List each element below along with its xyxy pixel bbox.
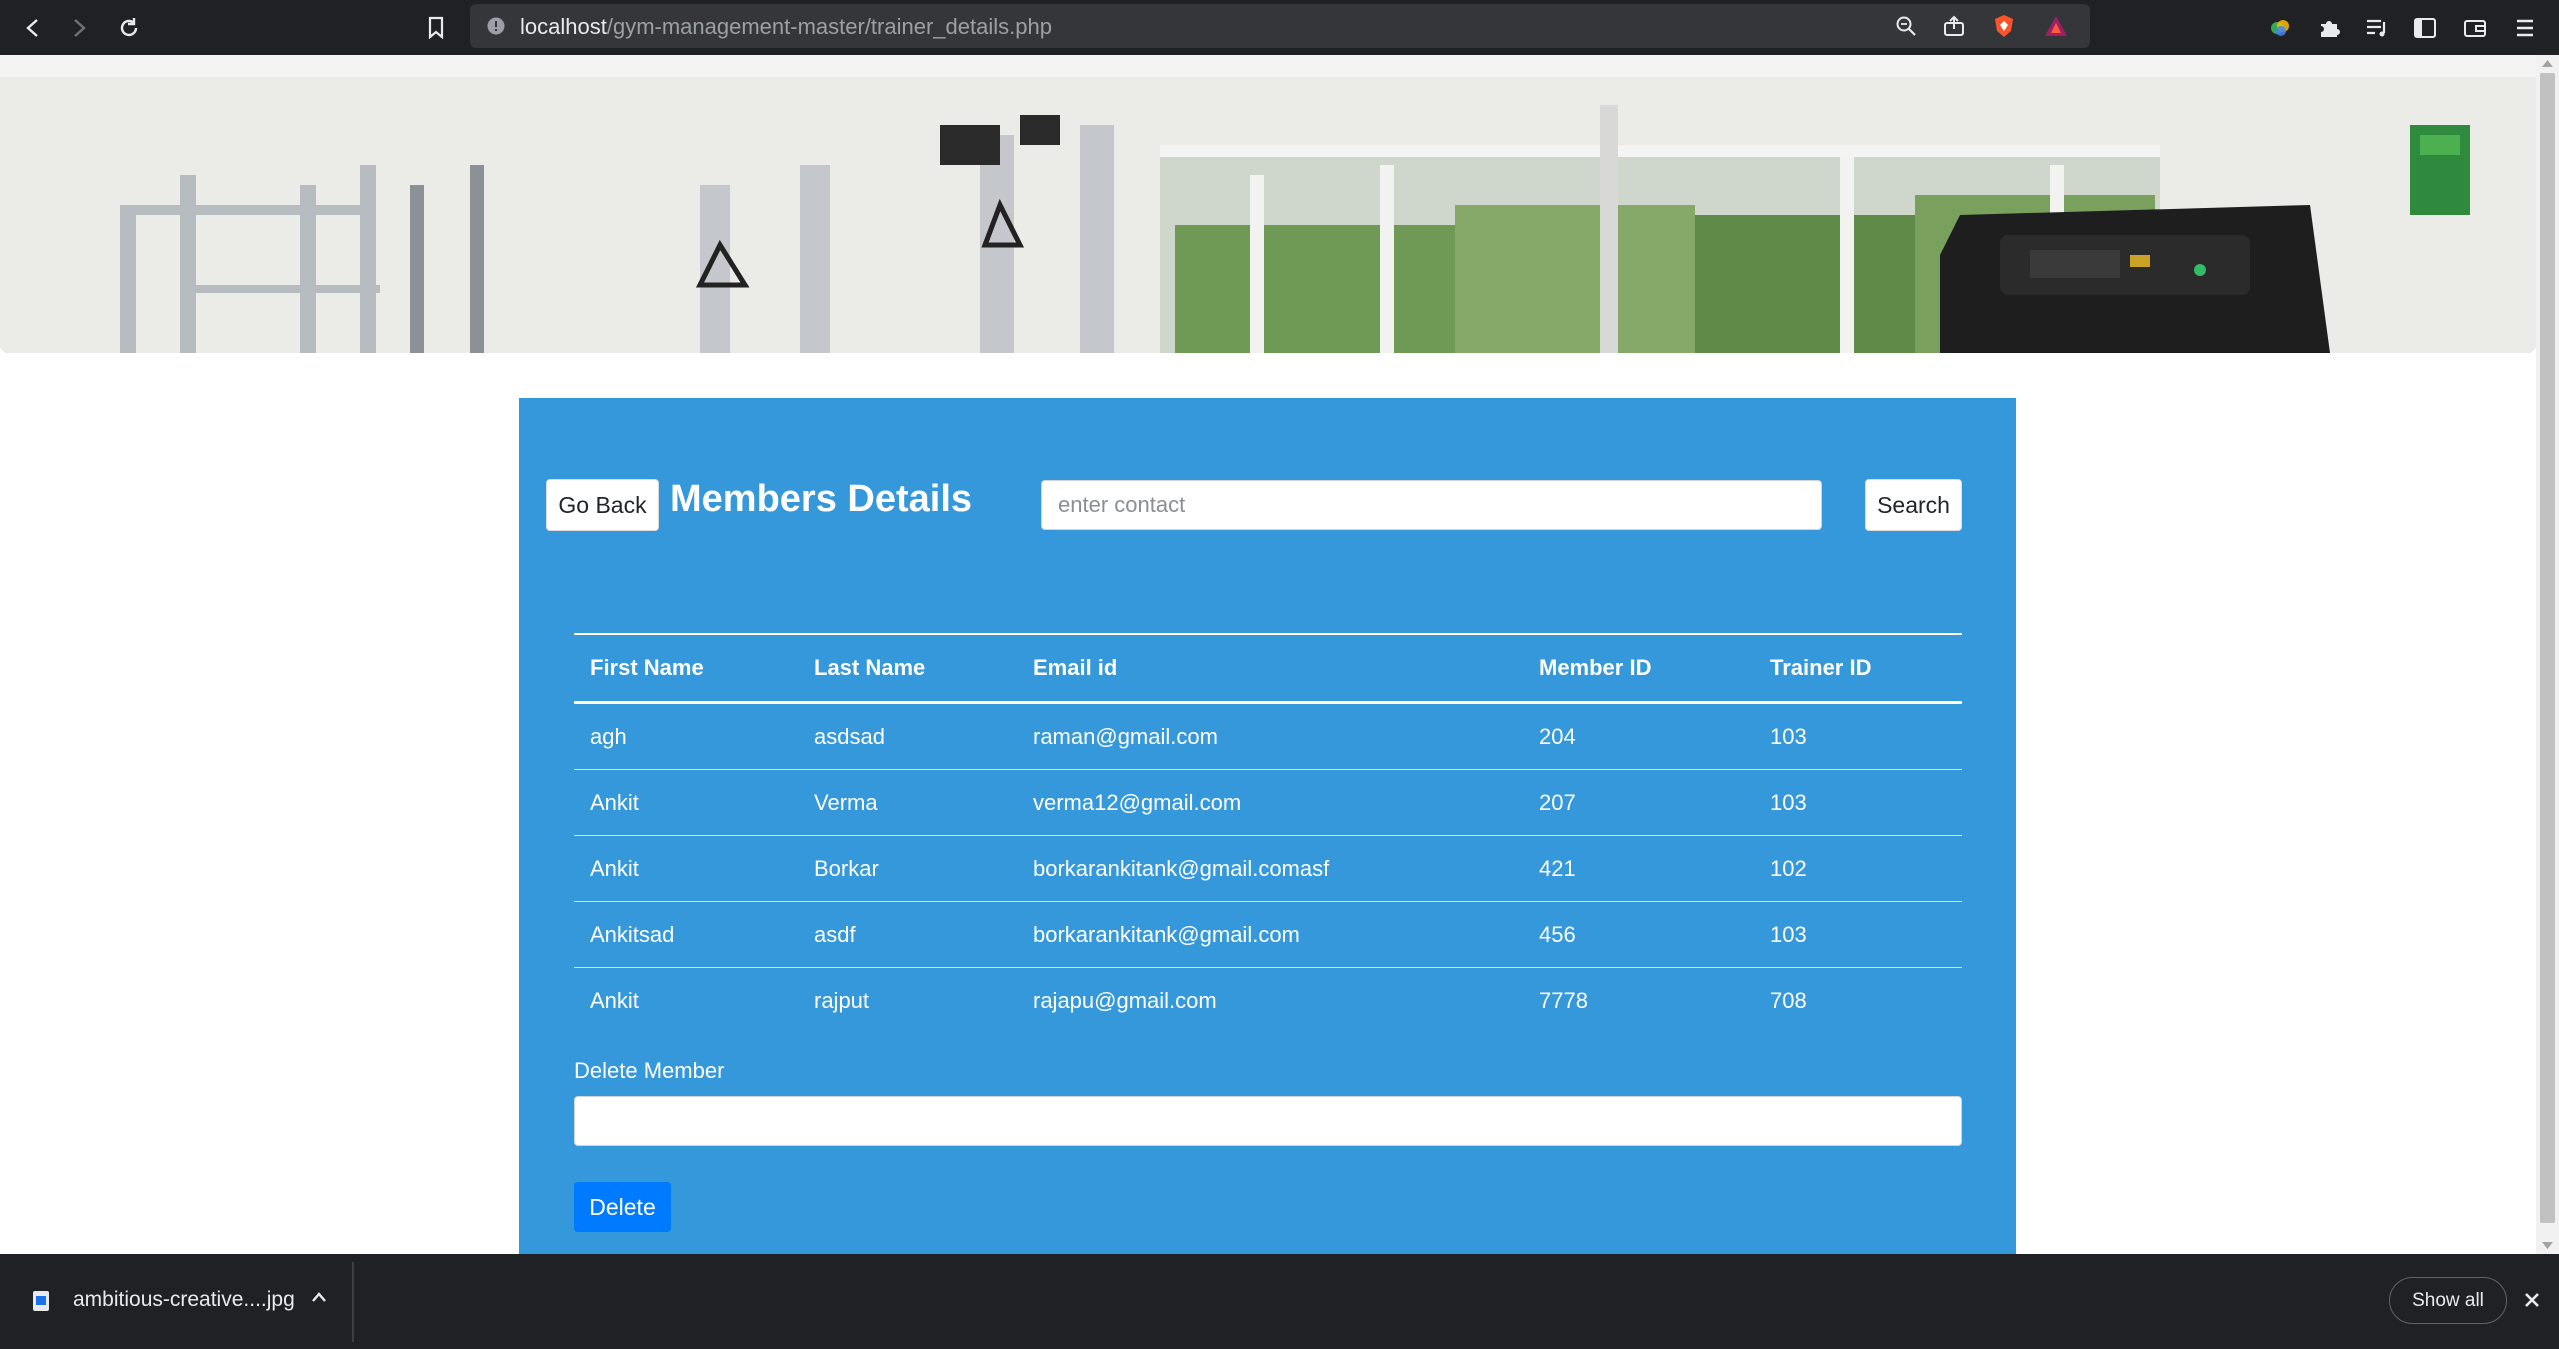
header-member-id: Member ID bbox=[1523, 633, 1754, 704]
cell-trainer-id: 708 bbox=[1770, 987, 1807, 1013]
zoom-icon[interactable] bbox=[1892, 12, 1920, 40]
page-viewport: Go Back Members Details Search First Nam… bbox=[0, 55, 2536, 1254]
extension-colorful-icon[interactable] bbox=[2265, 13, 2295, 43]
table-header-row: First Name Last Name Email id Member ID … bbox=[574, 633, 1962, 704]
brave-shields-icon[interactable] bbox=[1990, 12, 2018, 40]
reload-icon[interactable] bbox=[114, 13, 144, 43]
cell-member-id: 7778 bbox=[1539, 987, 1588, 1013]
url-text[interactable]: localhost/gym-management-master/trainer_… bbox=[520, 14, 1052, 40]
browser-toolbar: localhost/gym-management-master/trainer_… bbox=[0, 0, 2559, 55]
address-bar[interactable]: localhost/gym-management-master/trainer_… bbox=[470, 4, 2090, 48]
forward-arrow-icon[interactable] bbox=[64, 13, 94, 43]
bookmark-icon[interactable] bbox=[421, 13, 451, 43]
download-divider bbox=[352, 1262, 354, 1342]
table-row: Ankit rajput rajapu@gmail.com 7778 708 bbox=[574, 968, 1962, 1034]
back-arrow-icon[interactable] bbox=[18, 13, 48, 43]
share-icon[interactable] bbox=[1940, 12, 1968, 40]
cell-member-id: 207 bbox=[1523, 769, 1754, 836]
search-button[interactable]: Search bbox=[1865, 479, 1962, 531]
scroll-thumb[interactable] bbox=[2540, 73, 2555, 1223]
brave-rewards-icon[interactable] bbox=[2042, 12, 2070, 40]
url-host: localhost bbox=[520, 14, 607, 39]
members-table: First Name Last Name Email id Member ID … bbox=[574, 633, 1962, 1033]
media-playlist-icon[interactable] bbox=[2362, 13, 2392, 43]
menu-icon[interactable] bbox=[2510, 13, 2540, 43]
sidebar-toggle-icon[interactable] bbox=[2410, 13, 2440, 43]
close-icon[interactable] bbox=[2522, 1290, 2542, 1315]
cell-first-name: Ankit bbox=[574, 835, 798, 902]
scroll-down-arrow-icon[interactable] bbox=[2542, 1242, 2553, 1250]
table-row: Ankitsad asdf borkarankitank@gmail.com 4… bbox=[574, 901, 1962, 968]
table-row: Ankit Borkar borkarankitank@gmail.comasf… bbox=[574, 835, 1962, 902]
extensions-puzzle-icon[interactable] bbox=[2314, 13, 2344, 43]
cell-first-name: Ankit bbox=[574, 769, 798, 836]
table-row: Ankit Verma verma12@gmail.com 207 103 bbox=[574, 769, 1962, 836]
delete-button[interactable]: Delete bbox=[574, 1182, 671, 1232]
download-file-name[interactable]: ambitious-creative....jpg bbox=[73, 1288, 295, 1312]
downloads-bar: ambitious-creative....jpg Show all bbox=[0, 1254, 2559, 1349]
gym-hero-image bbox=[0, 55, 2536, 353]
cell-member-id: 456 bbox=[1523, 901, 1754, 968]
go-back-button[interactable]: Go Back bbox=[546, 479, 659, 531]
image-file-icon bbox=[32, 1290, 50, 1317]
members-panel: Go Back Members Details Search First Nam… bbox=[519, 398, 2016, 1254]
header-last-name: Last Name bbox=[798, 633, 1017, 704]
delete-member-label: Delete Member bbox=[574, 1058, 725, 1083]
cell-trainer-id: 102 bbox=[1754, 835, 1962, 902]
delete-member-input[interactable] bbox=[574, 1096, 1962, 1146]
cell-first-name: Ankitsad bbox=[574, 901, 798, 968]
url-path: /gym-management-master/trainer_details.p… bbox=[606, 14, 1052, 39]
cell-email: verma12@gmail.com bbox=[1017, 769, 1523, 836]
site-info-icon[interactable] bbox=[482, 12, 510, 40]
cell-trainer-id: 103 bbox=[1754, 901, 1962, 968]
cell-last-name: asdf bbox=[798, 901, 1017, 968]
cell-first-name: Ankit bbox=[590, 987, 639, 1013]
header-email: Email id bbox=[1017, 633, 1523, 704]
page-scrollbar[interactable] bbox=[2536, 55, 2559, 1254]
cell-last-name: asdsad bbox=[798, 702, 1017, 770]
table-row: agh asdsad raman@gmail.com 204 103 bbox=[574, 702, 1962, 770]
contact-search-input[interactable] bbox=[1041, 480, 1822, 530]
cell-email: rajapu@gmail.com bbox=[1033, 987, 1217, 1013]
show-all-button[interactable]: Show all bbox=[2389, 1277, 2507, 1324]
header-trainer-id: Trainer ID bbox=[1754, 633, 1962, 704]
scroll-up-arrow-icon[interactable] bbox=[2542, 59, 2553, 67]
cell-email: borkarankitank@gmail.comasf bbox=[1017, 835, 1523, 902]
cell-last-name: Borkar bbox=[798, 835, 1017, 902]
chevron-up-icon[interactable] bbox=[310, 1290, 328, 1309]
cell-last-name: Verma bbox=[798, 769, 1017, 836]
cell-first-name: agh bbox=[574, 702, 798, 770]
cell-trainer-id: 103 bbox=[1754, 769, 1962, 836]
header-first-name: First Name bbox=[574, 633, 798, 704]
cell-member-id: 421 bbox=[1523, 835, 1754, 902]
cell-member-id: 204 bbox=[1523, 702, 1754, 770]
cell-trainer-id: 103 bbox=[1754, 702, 1962, 770]
cell-last-name: rajput bbox=[814, 987, 870, 1013]
wallet-icon[interactable] bbox=[2460, 13, 2490, 43]
cell-email: borkarankitank@gmail.com bbox=[1017, 901, 1523, 968]
page-title: Members Details bbox=[670, 478, 973, 520]
cell-email: raman@gmail.com bbox=[1017, 702, 1523, 770]
